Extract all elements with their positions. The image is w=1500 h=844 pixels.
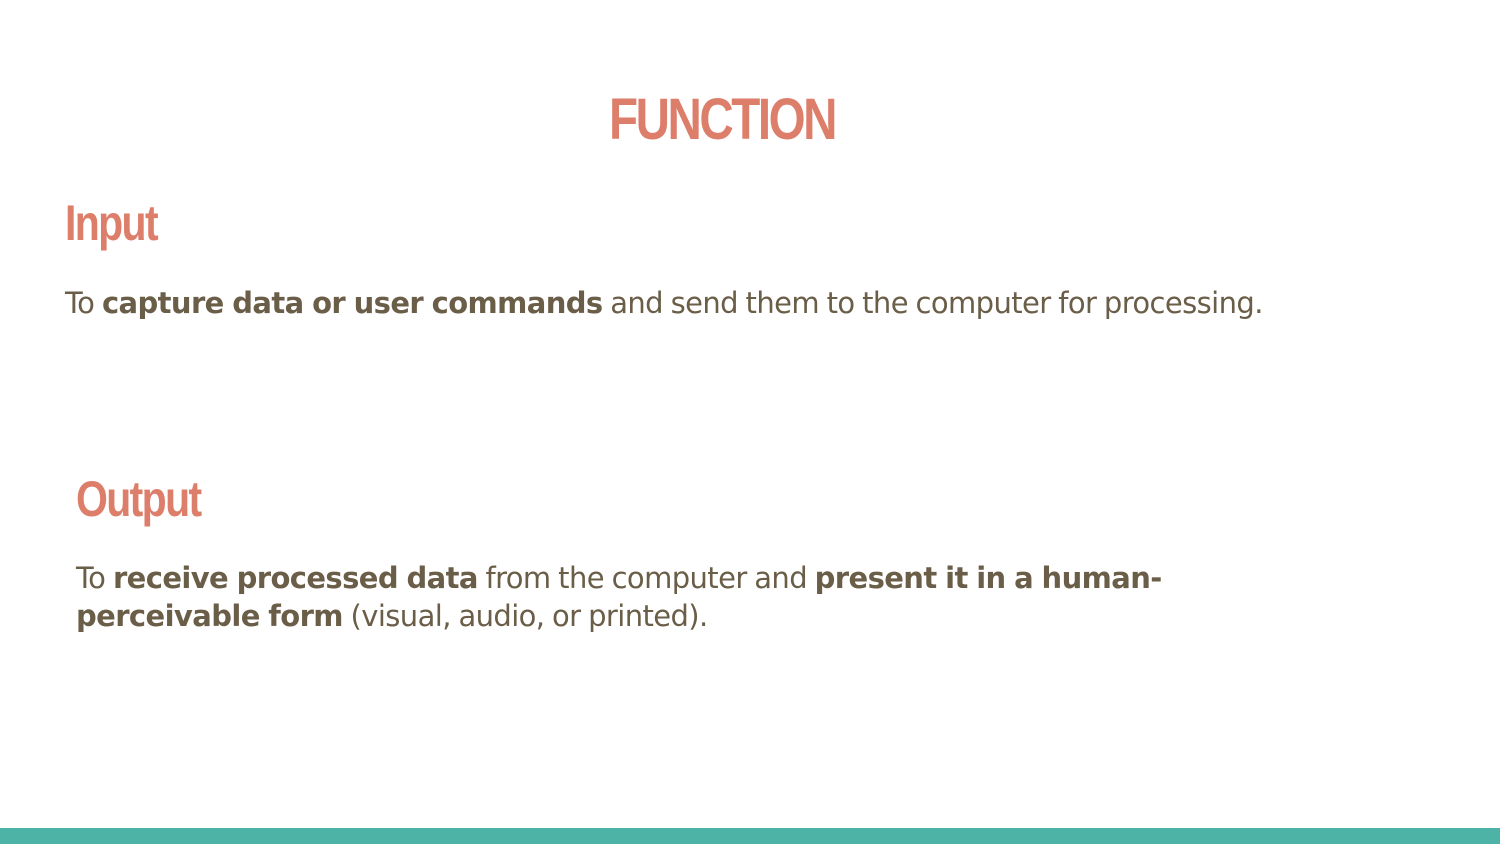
input-text-suffix: and send them to the computer for proces… xyxy=(602,286,1263,320)
output-text-middle: from the computer and xyxy=(477,561,815,595)
input-description: To capture data or user commands and sen… xyxy=(65,284,1485,322)
output-text-suffix: (visual, audio, or printed). xyxy=(342,599,709,633)
input-text-bold: capture data or user commands xyxy=(101,286,603,320)
output-text-bold-1: receive processed data xyxy=(112,561,478,595)
output-text-prefix: To xyxy=(76,561,113,595)
input-text-prefix: To xyxy=(65,286,102,320)
input-heading: Input xyxy=(65,195,159,251)
output-description: To receive processed data from the compu… xyxy=(76,559,1226,635)
footer-accent-bar xyxy=(0,828,1500,844)
slide-title: FUNCTION xyxy=(608,87,837,152)
output-heading: Output xyxy=(76,471,202,527)
